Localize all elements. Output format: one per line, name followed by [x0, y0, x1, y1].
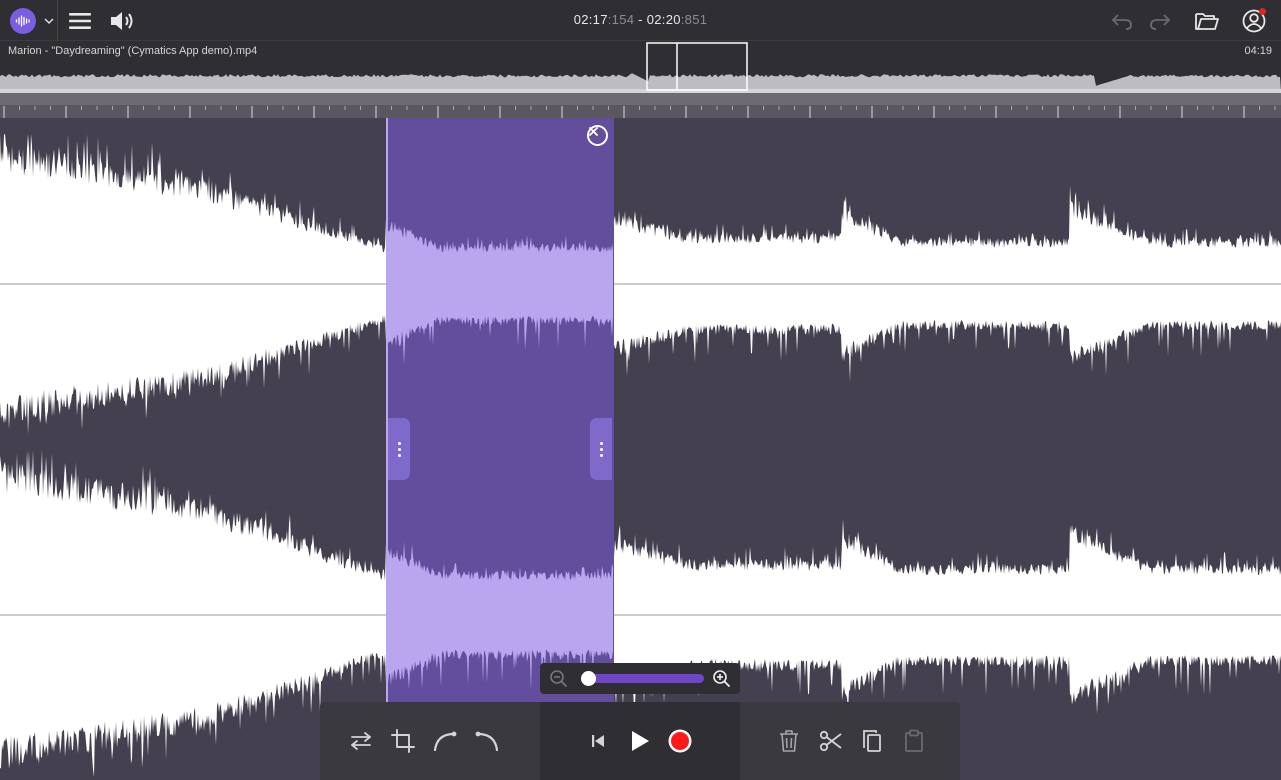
edit-toolbar: [320, 702, 960, 780]
play-icon[interactable]: [626, 727, 654, 755]
drag-handle-icon: [397, 441, 401, 457]
ruler-ticks: [3, 106, 1276, 118]
selection-start-time: 02:17: [573, 12, 608, 27]
zoom-control: [540, 663, 740, 694]
undo-icon[interactable]: [1110, 0, 1134, 41]
edit-tools-group: [320, 702, 540, 780]
zoom-slider-track[interactable]: [582, 674, 704, 683]
waveform-logo-icon: [9, 7, 36, 34]
clipboard-tools-group: [740, 702, 960, 780]
close-icon: [589, 127, 598, 136]
scissors-icon[interactable]: [817, 727, 845, 755]
file-duration: 04:19: [1244, 45, 1272, 57]
skip-to-start-icon[interactable]: [584, 727, 612, 755]
selection-end-time: 02:20: [646, 12, 681, 27]
redo-icon[interactable]: [1148, 0, 1172, 41]
selection-start-ms: :154: [607, 12, 635, 27]
trash-icon[interactable]: [775, 727, 803, 755]
crop-icon[interactable]: [389, 727, 417, 755]
selection-time-readout: 02:17:154 - 02:20:851: [0, 12, 1281, 27]
selection-start-handle[interactable]: [388, 418, 410, 480]
record-icon[interactable]: [666, 727, 694, 755]
selection-end-handle[interactable]: [590, 418, 612, 480]
top-toolbar: 02:17:154 - 02:20:851: [0, 0, 1281, 41]
transport-controls: [540, 702, 740, 780]
speaker-volume-icon[interactable]: [108, 0, 138, 41]
folder-open-icon[interactable]: [1193, 0, 1221, 41]
fade-out-icon[interactable]: [473, 727, 501, 755]
copy-icon[interactable]: [858, 727, 886, 755]
clear-selection-button[interactable]: [587, 125, 608, 146]
swap-channels-icon[interactable]: [347, 727, 375, 755]
chevron-down-icon: [43, 17, 54, 24]
time-separator: -: [634, 12, 647, 27]
user-account-icon[interactable]: [1240, 0, 1268, 41]
file-name: Marion - "Daydreaming" (Cymatics App dem…: [8, 45, 258, 57]
audio-editor-app: 02:17:154 - 02:20:851 Marion - "Daydream…: [0, 0, 1281, 780]
selection-end-ms: :851: [680, 12, 708, 27]
app-menu-button[interactable]: [6, 0, 58, 41]
zoom-in-icon[interactable]: [712, 669, 731, 688]
fade-in-icon[interactable]: [431, 727, 459, 755]
hamburger-menu-icon[interactable]: [66, 0, 94, 41]
timeline-ruler[interactable]: [0, 93, 1281, 118]
zoom-out-icon[interactable]: [549, 669, 568, 688]
notification-badge: [1259, 7, 1266, 15]
drag-handle-icon: [599, 441, 603, 457]
zoom-slider-knob[interactable]: [580, 671, 596, 686]
paste-icon[interactable]: [900, 727, 928, 755]
overview-waveform[interactable]: Marion - "Daydreaming" (Cymatics App dem…: [0, 41, 1281, 93]
